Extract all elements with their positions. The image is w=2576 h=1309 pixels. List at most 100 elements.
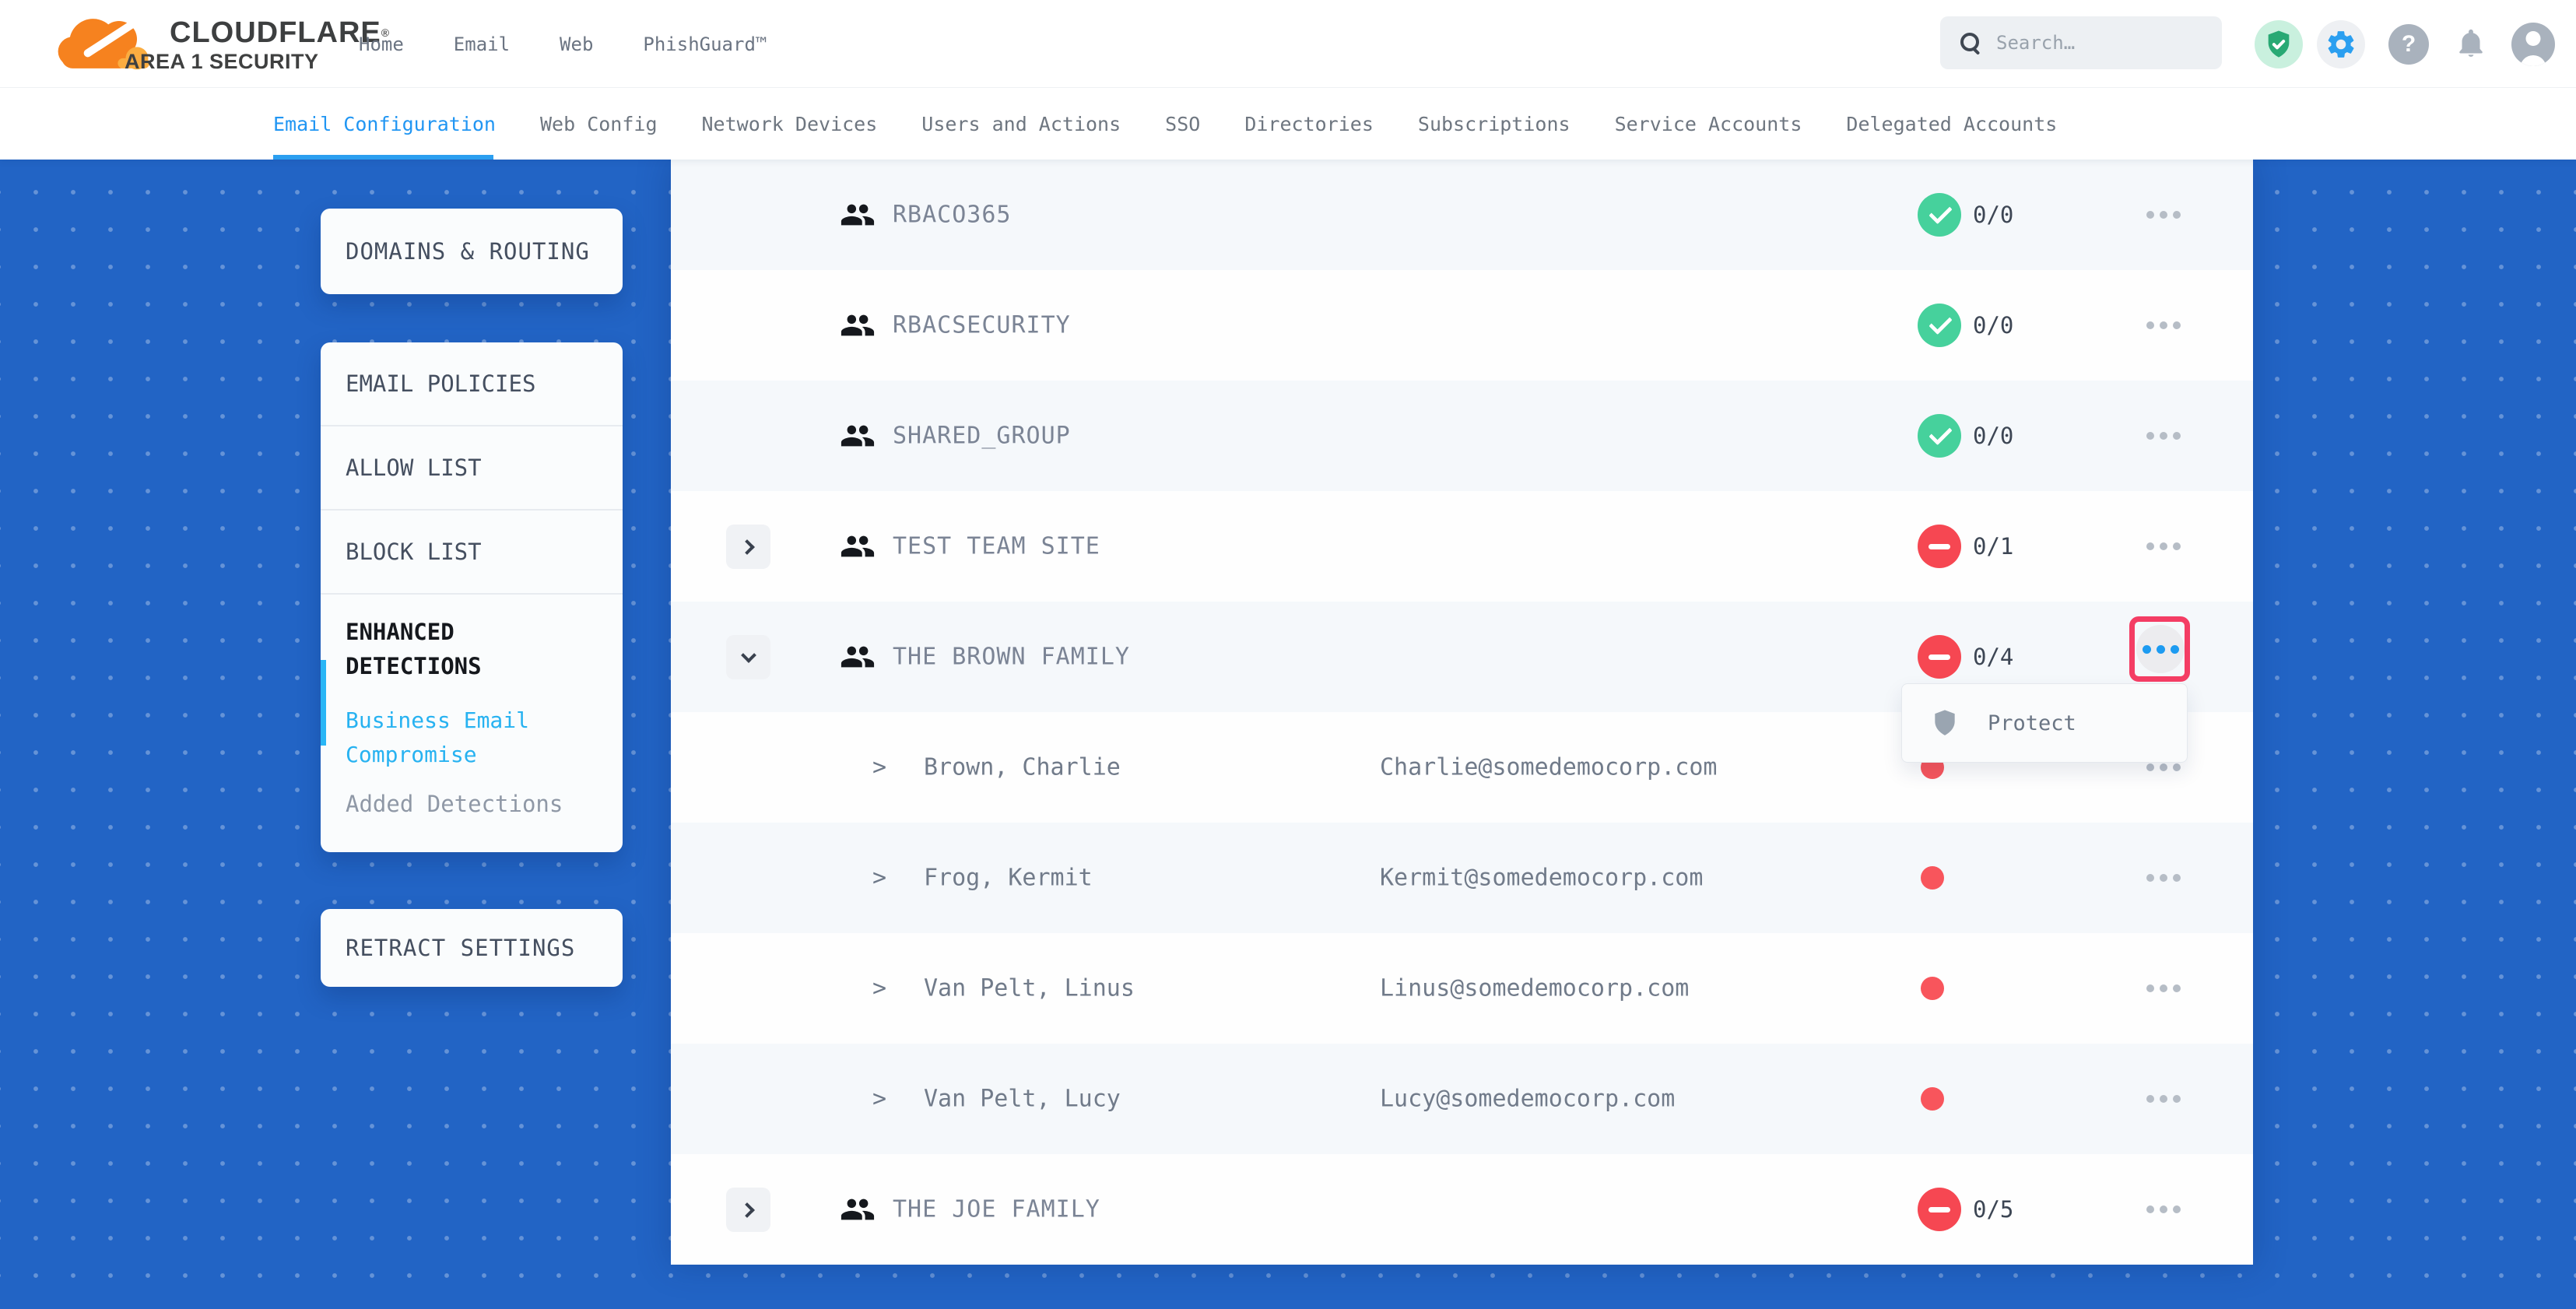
menu-item-protect[interactable]: Protect: [1902, 708, 2187, 738]
groups-table: RBACO365 0/0 RBACSECURITY 0/0 SHARED_GRO…: [671, 160, 2253, 1265]
retract-settings-label: RETRACT SETTINGS: [321, 935, 575, 961]
chevron-right-icon[interactable]: >: [872, 754, 886, 781]
search-icon: [1960, 33, 1981, 53]
status-protected-icon: [1918, 414, 1961, 458]
tab-subscriptions[interactable]: Subscriptions: [1418, 113, 1571, 135]
row-actions-button[interactable]: [2137, 302, 2190, 349]
tab-network-devices[interactable]: Network Devices: [702, 113, 878, 135]
protected-count: 0/4: [1973, 644, 2013, 670]
sidebar-enhanced-detections-section: ENHANCED DETECTIONS Business Email Compr…: [321, 595, 623, 817]
expand-row-button[interactable]: [726, 1188, 770, 1232]
tab-directories[interactable]: Directories: [1244, 113, 1374, 135]
row-actions-button[interactable]: [2137, 855, 2190, 901]
protected-count: 0/0: [1973, 202, 2013, 228]
group-name: SHARED_GROUP: [893, 423, 1071, 450]
status-unprotected-dot: [1921, 866, 1944, 890]
chevron-right-icon[interactable]: >: [872, 975, 886, 1002]
sidebar-item-business-email-compromise[interactable]: Business Email Compromise: [346, 704, 598, 772]
group-name: TEST TEAM SITE: [893, 533, 1100, 560]
table-row-group: RBACSECURITY 0/0: [671, 270, 2253, 381]
group-icon: [840, 307, 876, 343]
table-row-group: THE JOE FAMILY 0/5: [671, 1154, 2253, 1265]
protected-count: 0/1: [1973, 533, 2013, 560]
row-actions-button[interactable]: [2137, 1076, 2190, 1122]
section-tabs: Email Configuration Web Config Network D…: [0, 88, 2576, 160]
tab-sso[interactable]: SSO: [1165, 113, 1200, 135]
table-row-group: TEST TEAM SITE 0/1: [671, 491, 2253, 602]
app-header: CLOUDFLARE® AREA 1 SECURITY Home Email W…: [0, 0, 2576, 88]
table-row-group: SHARED_GROUP 0/0: [671, 381, 2253, 491]
nav-web[interactable]: Web: [560, 33, 593, 55]
row-actions-button[interactable]: [2137, 1186, 2190, 1233]
email-policies-label: EMAIL POLICIES: [346, 370, 535, 397]
collapse-row-button[interactable]: [726, 635, 770, 679]
chevron-right-icon[interactable]: >: [872, 865, 886, 892]
status-protected-icon: [1918, 304, 1961, 347]
status-unprotected-dot: [1921, 977, 1944, 1000]
group-icon: [840, 1191, 876, 1227]
gear-icon[interactable]: [2317, 20, 2365, 68]
group-name: THE JOE FAMILY: [893, 1196, 1100, 1223]
nav-phishguard[interactable]: PhishGuard™: [643, 33, 767, 55]
brand-name: CLOUDFLARE®: [170, 17, 390, 48]
row-actions-button[interactable]: [2137, 412, 2190, 459]
status-unprotected-dot: [1921, 1087, 1944, 1111]
enhanced-detections-title: ENHANCED DETECTIONS: [346, 615, 598, 683]
member-email: Linus@somedemocorp.com: [1380, 975, 1689, 1002]
block-list-label: BLOCK LIST: [346, 539, 482, 565]
table-row-group: RBACO365 0/0: [671, 160, 2253, 270]
tab-users-and-actions[interactable]: Users and Actions: [921, 113, 1121, 135]
sidebar-item-email-policies[interactable]: EMAIL POLICIES: [321, 342, 623, 426]
tab-service-accounts[interactable]: Service Accounts: [1615, 113, 1802, 135]
row-actions-button[interactable]: [2137, 523, 2190, 570]
member-email: Kermit@somedemocorp.com: [1380, 865, 1703, 892]
table-row-member: > Van Pelt, Lucy Lucy@somedemocorp.com: [671, 1044, 2253, 1154]
expand-row-button[interactable]: [726, 525, 770, 569]
row-actions-button-active[interactable]: [2136, 625, 2185, 673]
table-row-member: > Van Pelt, Linus Linus@somedemocorp.com: [671, 933, 2253, 1044]
bell-icon[interactable]: [2451, 24, 2491, 65]
cloudflare-logo[interactable]: CLOUDFLARE® AREA 1 SECURITY: [45, 8, 390, 76]
chevron-down-icon: [741, 647, 756, 663]
tab-web-config[interactable]: Web Config: [540, 113, 658, 135]
active-tab-underline: [273, 155, 493, 160]
help-icon[interactable]: ?: [2388, 24, 2429, 65]
chevron-right-icon: [739, 1202, 755, 1218]
top-nav: Home Email Web PhishGuard™: [359, 0, 767, 88]
row-actions-menu: Protect: [1901, 683, 2188, 763]
row-actions-button[interactable]: [2137, 191, 2190, 238]
search-input[interactable]: Search…: [1940, 16, 2222, 69]
protect-label: Protect: [1988, 711, 2076, 735]
member-email: Charlie@somedemocorp.com: [1380, 754, 1717, 781]
avatar-icon[interactable]: [2511, 23, 2555, 66]
chevron-right-icon[interactable]: >: [872, 1086, 886, 1113]
sidebar-item-allow-list[interactable]: ALLOW LIST: [321, 426, 623, 511]
row-actions-button[interactable]: [2137, 965, 2190, 1012]
sidebar-item-domains-routing[interactable]: DOMAINS & ROUTING: [321, 209, 623, 294]
group-icon: [840, 528, 876, 564]
status-unprotected-icon: [1918, 1188, 1961, 1231]
protected-count: 0/0: [1973, 423, 2013, 449]
table-row-member: > Frog, Kermit Kermit@somedemocorp.com: [671, 823, 2253, 933]
member-name: Frog, Kermit: [924, 865, 1093, 892]
protected-count: 0/5: [1973, 1196, 2013, 1223]
tab-delegated-accounts[interactable]: Delegated Accounts: [1846, 113, 2057, 135]
brand-subtitle: AREA 1 SECURITY: [125, 48, 390, 75]
sidebar-item-added-detections[interactable]: Added Detections: [346, 791, 598, 817]
nav-email[interactable]: Email: [454, 33, 510, 55]
status-protected-icon: [1918, 193, 1961, 237]
sidebar-policies-card: EMAIL POLICIES ALLOW LIST BLOCK LIST ENH…: [321, 342, 623, 852]
header-icon-cluster: ?: [2255, 0, 2555, 88]
nav-home[interactable]: Home: [359, 33, 404, 55]
member-email: Lucy@somedemocorp.com: [1380, 1086, 1675, 1113]
shield-check-icon[interactable]: [2255, 20, 2303, 68]
group-icon: [840, 197, 876, 233]
sidebar-item-retract-settings[interactable]: RETRACT SETTINGS: [321, 909, 623, 987]
sidebar-item-block-list[interactable]: BLOCK LIST: [321, 511, 623, 595]
tab-email-configuration[interactable]: Email Configuration: [273, 113, 496, 135]
active-item-indicator-bar: [321, 660, 326, 746]
search-placeholder: Search…: [1996, 32, 2075, 54]
group-icon: [840, 639, 876, 675]
member-name: Van Pelt, Linus: [924, 975, 1135, 1002]
member-name: Brown, Charlie: [924, 754, 1121, 781]
